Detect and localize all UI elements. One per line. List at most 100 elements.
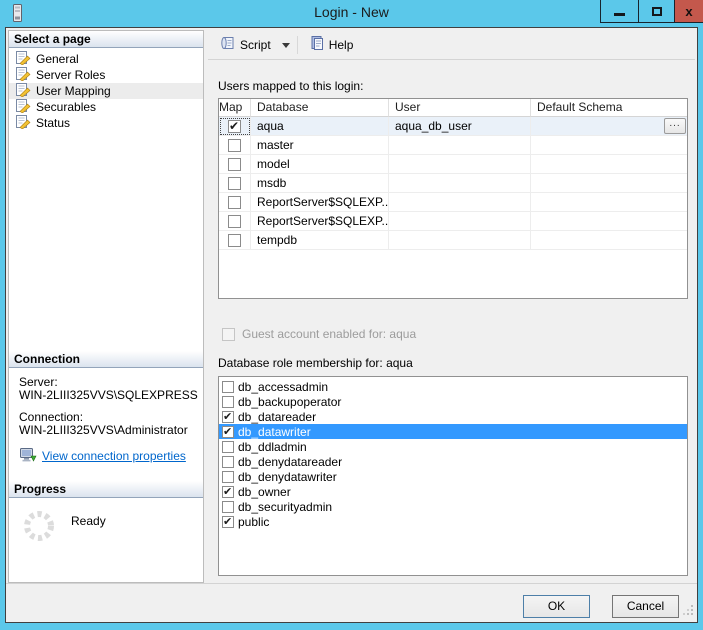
- table-row[interactable]: master ...: [219, 136, 687, 155]
- default-schema-cell[interactable]: ...: [531, 231, 688, 250]
- map-checkbox[interactable]: [228, 120, 241, 133]
- titlebar[interactable]: Login - New x: [0, 0, 703, 27]
- user-cell[interactable]: [389, 193, 531, 212]
- map-checkbox[interactable]: [228, 139, 241, 152]
- table-row[interactable]: ReportServer$SQLEXP... ...: [219, 193, 687, 212]
- map-cell[interactable]: [219, 136, 251, 155]
- database-cell[interactable]: model: [251, 155, 389, 174]
- database-cell[interactable]: tempdb: [251, 231, 389, 250]
- help-button[interactable]: Help: [305, 33, 358, 56]
- default-schema-cell[interactable]: ...: [531, 136, 688, 155]
- help-label: Help: [329, 38, 354, 52]
- map-checkbox[interactable]: [228, 177, 241, 190]
- default-schema-cell[interactable]: ...: [531, 174, 688, 193]
- sidebar-page-item[interactable]: Securables: [9, 99, 203, 115]
- role-checkbox[interactable]: [222, 426, 234, 438]
- role-membership-label: Database role membership for: aqua: [218, 356, 413, 370]
- role-checkbox[interactable]: [222, 411, 234, 423]
- role-list-item[interactable]: db_datareader: [219, 409, 687, 424]
- default-schema-cell[interactable]: ...: [531, 155, 688, 174]
- table-row[interactable]: ReportServer$SQLEXP... ...: [219, 212, 687, 231]
- role-list-item[interactable]: db_datawriter: [219, 424, 687, 439]
- users-mapped-table[interactable]: Map Database User Default Schema aqua aq…: [218, 98, 688, 299]
- map-cell[interactable]: [219, 155, 251, 174]
- table-row[interactable]: tempdb ...: [219, 231, 687, 250]
- column-header-default-schema: Default Schema: [531, 99, 688, 117]
- role-name: db_backupoperator: [238, 395, 341, 409]
- connection-info: Server: WIN-2LIII325VVS\SQLEXPRESS Conne…: [9, 368, 203, 481]
- user-cell[interactable]: [389, 155, 531, 174]
- table-row[interactable]: msdb ...: [219, 174, 687, 193]
- browse-button[interactable]: ...: [664, 118, 686, 134]
- close-button[interactable]: x: [674, 0, 703, 23]
- database-cell[interactable]: ReportServer$SQLEXP...: [251, 212, 389, 231]
- sidebar-page-item[interactable]: Status: [9, 115, 203, 131]
- maximize-button[interactable]: [638, 0, 675, 23]
- map-checkbox[interactable]: [228, 215, 241, 228]
- user-cell[interactable]: aqua_db_user: [389, 117, 531, 136]
- map-checkbox[interactable]: [228, 234, 241, 247]
- database-cell[interactable]: master: [251, 136, 389, 155]
- user-cell[interactable]: [389, 231, 531, 250]
- database-cell[interactable]: msdb: [251, 174, 389, 193]
- role-list-item[interactable]: db_denydatawriter: [219, 469, 687, 484]
- role-membership-list[interactable]: db_accessadmin db_backupoperator db_data…: [218, 376, 688, 576]
- ok-button[interactable]: OK: [523, 595, 590, 618]
- sidebar-page-label: Securables: [36, 100, 96, 114]
- caption-buttons: x: [601, 0, 703, 23]
- cancel-button[interactable]: Cancel: [612, 595, 679, 618]
- resize-grip-icon[interactable]: [683, 605, 694, 619]
- role-checkbox[interactable]: [222, 381, 234, 393]
- database-cell[interactable]: aqua: [251, 117, 389, 136]
- map-cell[interactable]: [219, 231, 251, 250]
- sidebar-page-label: Server Roles: [36, 68, 105, 82]
- page-list[interactable]: General Server Roles: [9, 48, 203, 351]
- map-cell[interactable]: [219, 117, 251, 136]
- sidebar-page-item[interactable]: Server Roles: [9, 67, 203, 83]
- map-checkbox[interactable]: [228, 158, 241, 171]
- sidebar-page-label: User Mapping: [36, 84, 111, 98]
- map-cell[interactable]: [219, 193, 251, 212]
- map-checkbox[interactable]: [228, 196, 241, 209]
- role-checkbox[interactable]: [222, 441, 234, 453]
- table-row[interactable]: aqua aqua_db_user ...: [219, 117, 687, 136]
- minimize-button[interactable]: [600, 0, 639, 23]
- table-row[interactable]: model ...: [219, 155, 687, 174]
- default-schema-cell[interactable]: ...: [531, 117, 688, 136]
- role-list-item[interactable]: db_securityadmin: [219, 499, 687, 514]
- user-cell[interactable]: [389, 212, 531, 231]
- script-button[interactable]: Script: [216, 33, 275, 56]
- default-schema-cell[interactable]: ...: [531, 212, 688, 231]
- sidebar-page-item[interactable]: General: [9, 51, 203, 67]
- view-connection-properties-link[interactable]: View connection properties: [42, 450, 186, 463]
- role-name: public: [238, 515, 269, 529]
- role-list-item[interactable]: db_ddladmin: [219, 439, 687, 454]
- page-panel: Script Help Users mapped to this lo: [208, 30, 695, 583]
- database-cell[interactable]: ReportServer$SQLEXP...: [251, 193, 389, 212]
- map-cell[interactable]: [219, 174, 251, 193]
- role-list-item[interactable]: public: [219, 514, 687, 529]
- role-checkbox[interactable]: [222, 456, 234, 468]
- role-list-item[interactable]: db_backupoperator: [219, 394, 687, 409]
- toolbar: Script Help: [208, 30, 695, 60]
- role-checkbox[interactable]: [222, 486, 234, 498]
- script-dropdown-arrow[interactable]: [282, 43, 290, 48]
- role-list-item[interactable]: db_owner: [219, 484, 687, 499]
- user-cell[interactable]: [389, 174, 531, 193]
- guest-account-row: Guest account enabled for: aqua: [222, 327, 416, 341]
- role-checkbox[interactable]: [222, 471, 234, 483]
- sidebar-page-label: General: [36, 52, 79, 66]
- role-name: db_denydatareader: [238, 455, 342, 469]
- sidebar-page-item[interactable]: User Mapping: [9, 83, 203, 99]
- default-schema-cell[interactable]: ...: [531, 193, 688, 212]
- maximize-icon: [652, 7, 662, 16]
- user-cell[interactable]: [389, 136, 531, 155]
- map-cell[interactable]: [219, 212, 251, 231]
- role-checkbox[interactable]: [222, 501, 234, 513]
- role-checkbox[interactable]: [222, 396, 234, 408]
- connection-header: Connection: [9, 351, 203, 368]
- role-checkbox[interactable]: [222, 516, 234, 528]
- role-list-item[interactable]: db_denydatareader: [219, 454, 687, 469]
- role-list-item[interactable]: db_accessadmin: [219, 379, 687, 394]
- button-bar: OK Cancel: [6, 583, 697, 622]
